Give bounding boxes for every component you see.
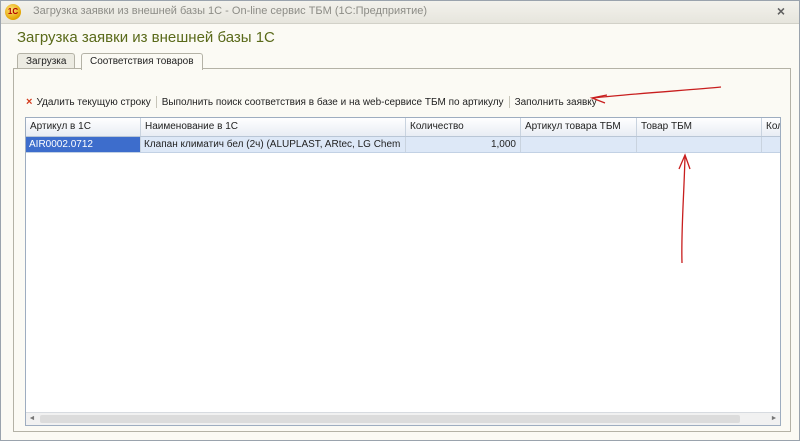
fill-order-button[interactable]: Заполнить заявку bbox=[515, 97, 597, 108]
fill-order-label: Заполнить заявку bbox=[514, 96, 597, 108]
horizontal-scrollbar[interactable]: ◄ ► bbox=[26, 412, 780, 425]
column-header-quantity[interactable]: Количество bbox=[406, 118, 521, 136]
toolbar-separator bbox=[155, 96, 157, 108]
delete-row-button[interactable]: × Удалить текущую строку bbox=[26, 96, 151, 108]
app-logo-icon[interactable]: 1С bbox=[5, 4, 21, 20]
close-icon[interactable]: × bbox=[777, 3, 785, 19]
tab-panel: × Удалить текущую строку Выполнить поиск… bbox=[13, 68, 791, 432]
window-title: Загрузка заявки из внешней базы 1С - On-… bbox=[33, 5, 428, 17]
search-matches-label: Выполнить поиск соответствия в базе и на… bbox=[161, 96, 504, 108]
tab-product-matches[interactable]: Соответствия товаров bbox=[81, 53, 203, 70]
tab-load[interactable]: Загрузка bbox=[17, 53, 76, 69]
column-header-article-tbm[interactable]: Артикул товара ТБМ bbox=[521, 118, 637, 136]
scroll-right-icon[interactable]: ► bbox=[768, 413, 780, 425]
cell-product-tbm[interactable] bbox=[637, 137, 762, 152]
scroll-left-icon[interactable]: ◄ bbox=[26, 413, 38, 425]
cell-quantity[interactable]: 1,000 bbox=[406, 137, 521, 152]
column-header-product-tbm[interactable]: Товар ТБМ bbox=[637, 118, 762, 136]
table-header: Артикул в 1С Наименование в 1С Количеств… bbox=[26, 118, 780, 137]
matches-table[interactable]: Артикул в 1С Наименование в 1С Количеств… bbox=[25, 117, 781, 426]
scrollbar-thumb[interactable] bbox=[40, 415, 740, 423]
delete-icon: × bbox=[26, 96, 33, 108]
cell-name-1c[interactable]: Клапан климатич бел (2ч) (ALUPLAST, ARte… bbox=[141, 137, 406, 152]
form-heading: Загрузка заявки из внешней базы 1С bbox=[17, 29, 275, 46]
toolbar-separator bbox=[508, 96, 510, 108]
table-row[interactable]: AIR0002.0712 Клапан климатич бел (2ч) (A… bbox=[26, 137, 780, 153]
search-matches-button[interactable]: Выполнить поиск соответствия в базе и на… bbox=[162, 97, 504, 108]
column-header-qty-tbm[interactable]: Кол bbox=[762, 118, 780, 136]
cell-qty-tbm[interactable] bbox=[762, 137, 780, 152]
app-window: 1С Загрузка заявки из внешней базы 1С - … bbox=[0, 0, 800, 441]
delete-row-label: Удалить текущую строку bbox=[36, 96, 151, 108]
column-header-name-1c[interactable]: Наименование в 1С bbox=[141, 118, 406, 136]
cell-article-tbm[interactable] bbox=[521, 137, 637, 152]
column-header-article-1c[interactable]: Артикул в 1С bbox=[26, 118, 141, 136]
title-bar: 1С Загрузка заявки из внешней базы 1С - … bbox=[1, 1, 799, 24]
toolbar: × Удалить текущую строку Выполнить поиск… bbox=[26, 94, 597, 110]
cell-article-1c[interactable]: AIR0002.0712 bbox=[26, 137, 141, 152]
